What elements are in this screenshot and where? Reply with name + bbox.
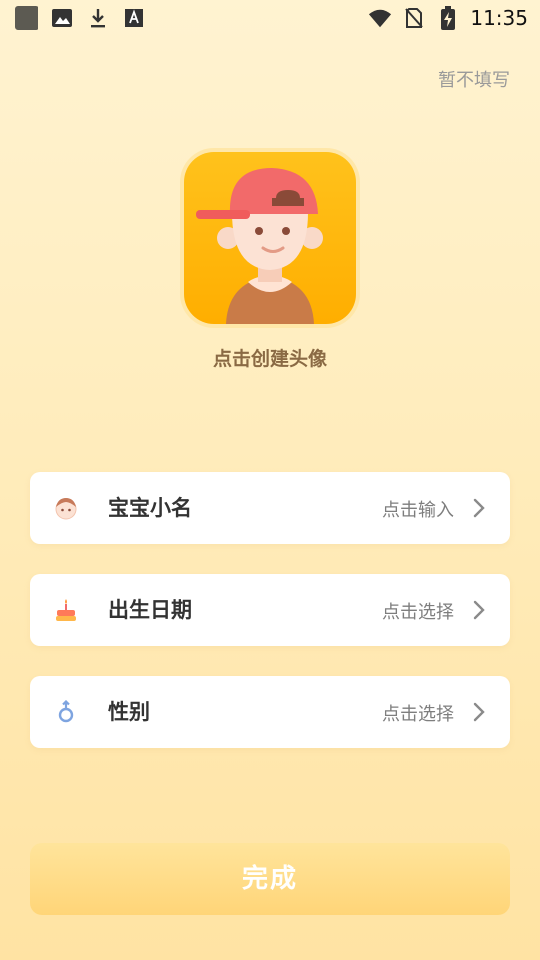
nickname-label: 宝宝小名	[108, 496, 192, 520]
nickname-hint: 点击输入	[382, 500, 454, 521]
status-bar-left	[14, 6, 146, 30]
gender-label: 性别	[108, 700, 150, 724]
avatar-caption: 点击创建头像	[212, 348, 327, 370]
gender-field[interactable]: 性别 点击选择	[30, 676, 510, 748]
no-sim-icon	[402, 6, 426, 30]
status-bar: 11:35	[0, 0, 540, 38]
birthday-cake-icon	[54, 598, 78, 622]
avatar-illustration	[196, 168, 323, 324]
download-icon	[86, 6, 110, 30]
clock: 11:35	[470, 6, 528, 30]
app-square-icon	[14, 6, 38, 30]
image-icon	[50, 6, 74, 30]
birthday-field[interactable]: 出生日期 点击选择	[30, 574, 510, 646]
chevron-right-icon	[472, 498, 486, 518]
avatar	[184, 152, 356, 324]
nickname-field[interactable]: 宝宝小名 点击输入	[30, 472, 510, 544]
skip-button[interactable]: 暂不填写	[438, 66, 510, 92]
battery-charging-icon	[436, 6, 460, 30]
font-icon	[122, 6, 146, 30]
avatar-button[interactable]	[180, 148, 360, 328]
status-bar-right: 11:35	[368, 6, 528, 30]
gender-hint: 点击选择	[382, 704, 454, 725]
gender-icon	[54, 699, 78, 724]
chevron-right-icon	[472, 702, 486, 722]
wifi-icon	[368, 6, 392, 30]
baby-face-icon	[54, 496, 78, 520]
birthday-label: 出生日期	[108, 598, 192, 622]
done-button[interactable]: 完成	[30, 843, 510, 915]
chevron-right-icon	[472, 600, 486, 620]
birthday-hint: 点击选择	[382, 602, 454, 623]
